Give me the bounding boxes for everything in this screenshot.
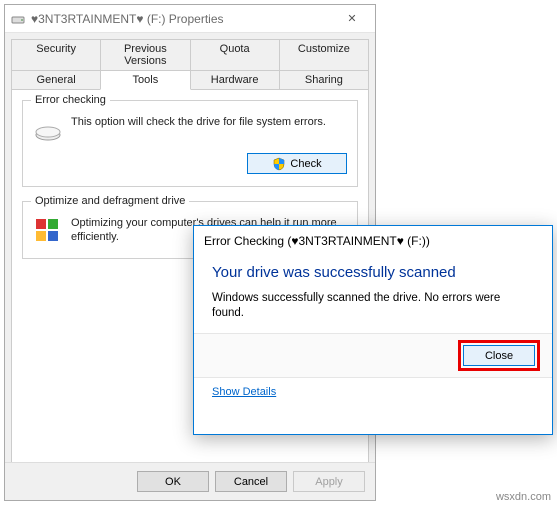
error-checking-legend: Error checking: [31, 94, 110, 106]
tabs-row-1: Security Previous Versions Quota Customi…: [11, 39, 369, 70]
apply-button: Apply: [293, 471, 365, 492]
dialog-title: Error Checking (♥3NT3RTAINMENT♥ (F:)): [194, 226, 552, 256]
dialog-message: Windows successfully scanned the drive. …: [212, 291, 534, 321]
dialog-buttons: OK Cancel Apply: [5, 462, 375, 500]
watermark: wsxdn.com: [496, 491, 551, 503]
tab-security[interactable]: Security: [11, 39, 101, 70]
cancel-button[interactable]: Cancel: [215, 471, 287, 492]
tab-previous-versions[interactable]: Previous Versions: [100, 39, 190, 70]
titlebar: ♥3NT3RTAINMENT♥ (F:) Properties ✕: [5, 5, 375, 33]
dialog-body: Your drive was successfully scanned Wind…: [194, 256, 552, 321]
highlight-annotation: Close: [458, 340, 540, 371]
check-button[interactable]: Check: [247, 153, 347, 174]
close-icon: ✕: [347, 12, 356, 25]
show-details-area: Show Details: [194, 378, 552, 406]
dialog-button-area: Close: [194, 333, 552, 378]
tab-tools[interactable]: Tools: [100, 70, 190, 90]
error-checking-desc: This option will check the drive for fil…: [71, 115, 326, 129]
dialog-heading: Your drive was successfully scanned: [212, 264, 534, 281]
drive-icon: [11, 12, 25, 26]
tabs-row-2: General Tools Hardware Sharing: [11, 70, 369, 89]
uac-shield-icon: [272, 157, 286, 171]
tab-general[interactable]: General: [11, 70, 101, 89]
drive-check-icon: [33, 115, 63, 145]
tab-hardware[interactable]: Hardware: [190, 70, 280, 89]
window-title: ♥3NT3RTAINMENT♥ (F:) Properties: [31, 12, 335, 26]
close-button[interactable]: Close: [463, 345, 535, 366]
check-button-label: Check: [290, 158, 321, 170]
ok-button[interactable]: OK: [137, 471, 209, 492]
error-checking-dialog: Error Checking (♥3NT3RTAINMENT♥ (F:)) Yo…: [193, 225, 553, 435]
defrag-icon: [33, 216, 63, 246]
defrag-legend: Optimize and defragment drive: [31, 195, 189, 207]
close-window-button[interactable]: ✕: [335, 5, 369, 33]
error-checking-group: Error checking This option will check th…: [22, 100, 358, 187]
tab-quota[interactable]: Quota: [190, 39, 280, 70]
tab-customize[interactable]: Customize: [279, 39, 369, 70]
tab-sharing[interactable]: Sharing: [279, 70, 369, 89]
show-details-link[interactable]: Show Details: [212, 386, 276, 398]
